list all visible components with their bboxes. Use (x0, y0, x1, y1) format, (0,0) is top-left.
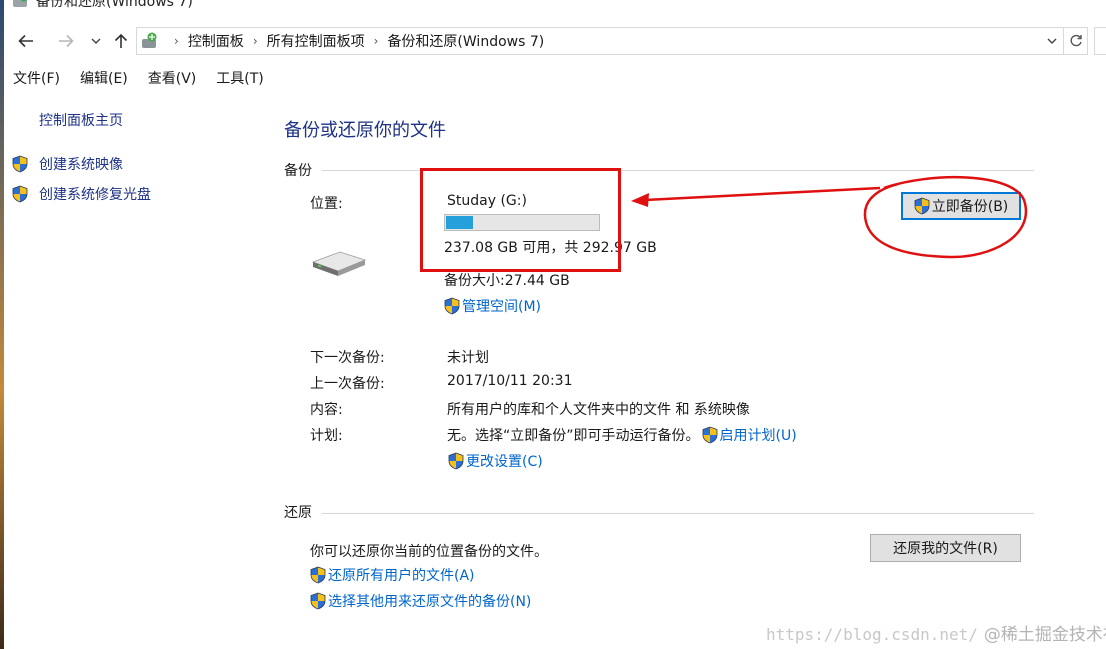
uac-shield-icon (12, 155, 28, 173)
restore-section-heading: 还原 (284, 505, 312, 521)
uac-shield-icon (310, 566, 326, 584)
manage-space-label: 管理空间(M) (462, 299, 542, 315)
change-settings-label: 更改设置(C) (466, 454, 543, 470)
backup-app-icon (12, 0, 30, 8)
watermark: https://blog.csdn.net/ @稀土掘金技术社区 (766, 620, 1106, 645)
uac-shield-icon (702, 426, 718, 444)
sidebar-item-create-system-image[interactable]: 创建系统映像 (12, 154, 123, 174)
restore-all-users-link[interactable]: 还原所有用户的文件(A) (310, 565, 475, 585)
search-box[interactable] (1094, 27, 1106, 55)
control-panel-icon (139, 30, 161, 52)
restore-my-files-button[interactable]: 还原我的文件(R) (870, 534, 1021, 562)
breadcrumb-all-items[interactable]: 所有控制面板项 (267, 31, 365, 51)
schedule-label: 计划: (310, 428, 343, 444)
restore-all-users-label: 还原所有用户的文件(A) (328, 568, 475, 584)
backup-size-text: 备份大小:27.44 GB (444, 273, 570, 289)
contents-value: 所有用户的库和个人文件夹中的文件 和 系统映像 (447, 402, 750, 418)
desktop-edge (0, 0, 4, 649)
window-title: 备份和还原(Windows 7) (36, 0, 193, 10)
menu-view[interactable]: 查看(V) (135, 64, 204, 90)
enable-schedule-label: 启用计划(U) (719, 428, 797, 444)
next-backup-value: 未计划 (447, 350, 489, 366)
last-backup-value: 2017/10/11 20:31 (447, 373, 573, 389)
contents-label: 内容: (310, 402, 343, 418)
menu-edit[interactable]: 编辑(E) (67, 64, 135, 90)
backup-now-button[interactable]: 立即备份(B) (901, 192, 1021, 220)
backup-now-label: 立即备份(B) (931, 199, 1009, 215)
annotation-highlight-box (420, 168, 621, 272)
uac-shield-icon (448, 452, 464, 470)
watermark-url: https://blog.csdn.net/ (766, 625, 978, 644)
uac-shield-icon (444, 297, 460, 315)
restore-description: 你可以还原你当前的位置备份的文件。 (310, 544, 548, 560)
address-dropdown-icon[interactable] (1043, 30, 1061, 52)
manage-space-link[interactable]: 管理空间(M) (444, 296, 541, 316)
menu-bar: 文件(F) 编辑(E) 查看(V) 工具(T) (0, 64, 271, 90)
select-other-backup-label: 选择其他用来还原文件的备份(N) (328, 594, 532, 610)
title-bar: 备份和还原(Windows 7) (0, 0, 1106, 10)
menu-tools[interactable]: 工具(T) (203, 64, 270, 90)
backup-section-heading: 备份 (284, 163, 312, 179)
breadcrumb-backup-restore[interactable]: 备份和还原(Windows 7) (387, 31, 544, 51)
enable-schedule-link[interactable]: 启用计划(U) (702, 425, 797, 445)
sidebar-item-label: 创建系统映像 (39, 157, 123, 173)
back-arrow-icon[interactable] (14, 29, 38, 53)
refresh-icon[interactable] (1064, 27, 1088, 55)
breadcrumb-separator-icon[interactable]: › (374, 34, 379, 48)
sidebar-item-label: 创建系统修复光盘 (39, 187, 151, 203)
sidebar-home-link[interactable]: 控制面板主页 (39, 110, 123, 130)
forward-arrow-icon[interactable] (54, 29, 78, 53)
sidebar-item-create-repair-disc[interactable]: 创建系统修复光盘 (12, 184, 151, 204)
uac-shield-icon (12, 185, 28, 203)
uac-shield-icon (310, 592, 326, 610)
next-backup-label: 下一次备份: (310, 350, 385, 366)
location-label: 位置: (310, 196, 343, 212)
change-settings-link[interactable]: 更改设置(C) (448, 451, 543, 471)
up-arrow-icon[interactable] (109, 29, 133, 53)
annotation-arrow (631, 186, 881, 207)
uac-shield-icon (914, 197, 930, 215)
divider (322, 513, 1034, 514)
drive-icon (310, 248, 368, 282)
breadcrumb-separator-icon[interactable]: › (253, 34, 258, 48)
page-title: 备份或还原你的文件 (284, 120, 446, 141)
schedule-value: 无。选择“立即备份”即可手动运行备份。 (447, 428, 700, 444)
breadcrumb-control-panel[interactable]: 控制面板 (188, 31, 244, 51)
breadcrumb-separator-icon: › (174, 34, 179, 48)
address-bar[interactable]: › 控制面板 › 所有控制面板项 › 备份和还原(Windows 7) (136, 27, 1064, 55)
schedule-value-row: 无。选择“立即备份”即可手动运行备份。 启用计划(U) (447, 425, 797, 445)
watermark-brand: @稀土掘金技术社区 (983, 625, 1106, 645)
select-other-backup-link[interactable]: 选择其他用来还原文件的备份(N) (310, 591, 531, 611)
navigation-bar: › 控制面板 › 所有控制面板项 › 备份和还原(Windows 7) (0, 26, 1106, 58)
menu-file[interactable]: 文件(F) (0, 64, 67, 90)
last-backup-label: 上一次备份: (310, 376, 385, 392)
chevron-down-icon[interactable] (84, 29, 108, 53)
